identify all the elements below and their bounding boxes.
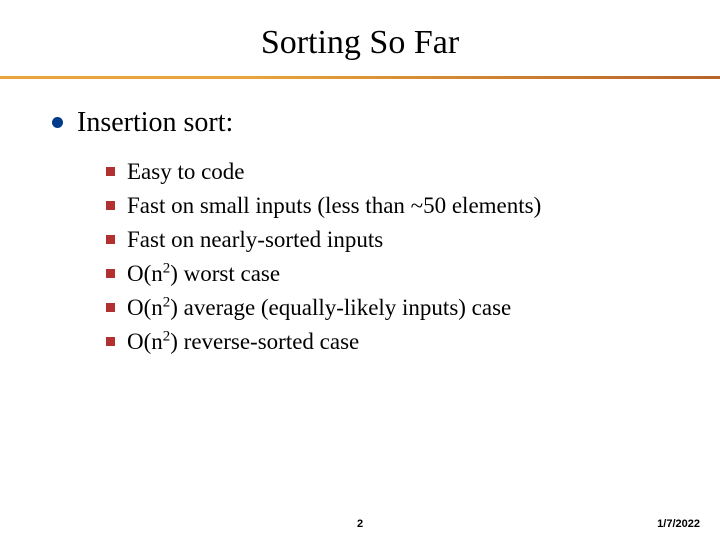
square-bullet-icon (106, 167, 115, 176)
level2-text: Fast on small inputs (less than ~50 elem… (127, 190, 541, 221)
level2-text: O(n2) worst case (127, 258, 280, 289)
level2-text: O(n2) reverse-sorted case (127, 326, 359, 357)
slide: Sorting So Far Insertion sort: Easy to c… (0, 0, 720, 540)
square-bullet-icon (106, 303, 115, 312)
content-area: Insertion sort: Easy to codeFast on smal… (0, 79, 720, 357)
footer-date: 1/7/2022 (657, 518, 700, 530)
square-bullet-icon (106, 337, 115, 346)
square-bullet-icon (106, 235, 115, 244)
page-number: 2 (357, 518, 363, 530)
list-item: Insertion sort: (52, 105, 670, 140)
square-bullet-icon (106, 269, 115, 278)
list-item: Easy to code (106, 156, 670, 187)
level2-text: O(n2) average (equally-likely inputs) ca… (127, 292, 511, 323)
circle-bullet-icon (52, 117, 63, 128)
level2-text: Easy to code (127, 156, 245, 187)
list-item: O(n2) average (equally-likely inputs) ca… (106, 292, 670, 323)
footer: 2 (0, 518, 720, 530)
level1-text: Insertion sort: (77, 105, 233, 140)
list-item: Fast on nearly-sorted inputs (106, 224, 670, 255)
sub-list: Easy to codeFast on small inputs (less t… (52, 156, 670, 357)
square-bullet-icon (106, 201, 115, 210)
level2-text: Fast on nearly-sorted inputs (127, 224, 383, 255)
list-item: O(n2) reverse-sorted case (106, 326, 670, 357)
list-item: Fast on small inputs (less than ~50 elem… (106, 190, 670, 221)
list-item: O(n2) worst case (106, 258, 670, 289)
slide-title: Sorting So Far (0, 0, 720, 76)
